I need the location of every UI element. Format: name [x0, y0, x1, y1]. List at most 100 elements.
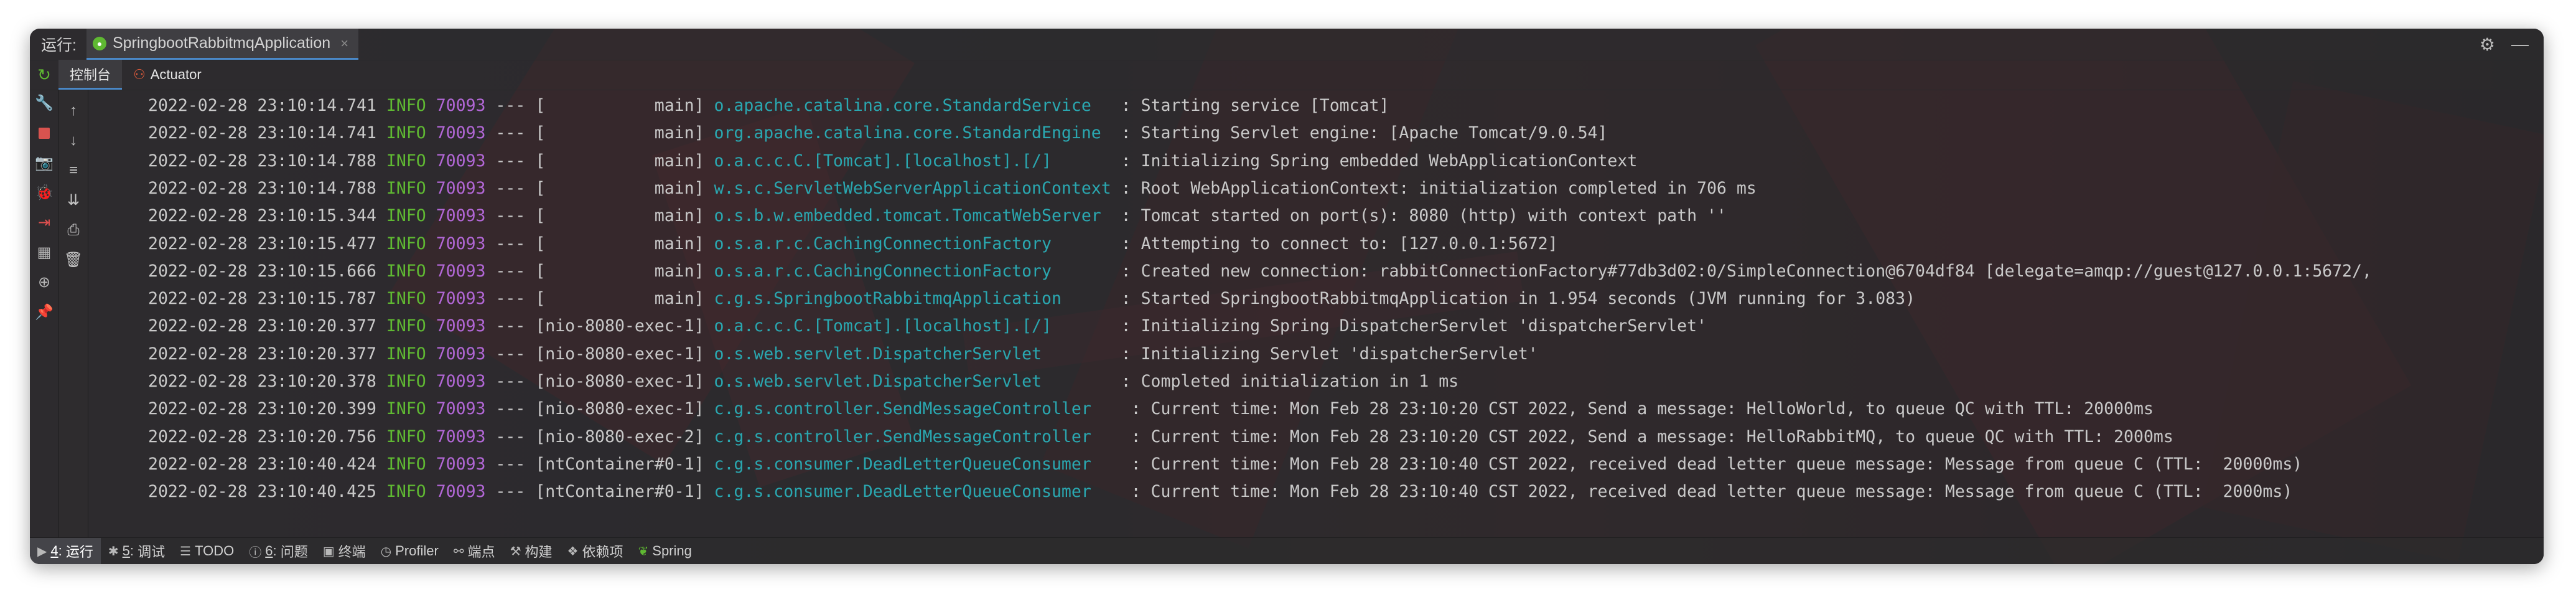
- log-logger: o.s.a.r.c.CachingConnectionFactory: [714, 233, 1111, 253]
- trash-icon[interactable]: 🗑: [64, 252, 83, 269]
- stop-icon[interactable]: [35, 125, 53, 142]
- camera-icon[interactable]: 📷: [35, 154, 54, 172]
- log-logger: o.s.web.servlet.DispatcherServlet: [714, 372, 1111, 391]
- log-separator: ---: [495, 233, 526, 253]
- log-line: 2022-02-28 23:10:15.787 INFO 70093 --- […: [148, 289, 1915, 308]
- log-line: 2022-02-28 23:10:14.741 INFO 70093 --- […: [148, 123, 1607, 143]
- scroll-to-end-icon[interactable]: ⇊: [65, 192, 82, 209]
- problems-icon: ⓘ: [249, 545, 262, 560]
- log-pid: 70093: [436, 344, 486, 364]
- log-line: 2022-02-28 23:10:40.425 INFO 70093 --- […: [148, 482, 2292, 501]
- globe-icon[interactable]: ⊕: [35, 274, 53, 291]
- console-output[interactable]: 2022-02-28 23:10:14.741 INFO 70093 --- […: [88, 90, 2544, 538]
- log-message: : Tomcat started on port(s): 8080 (http)…: [1121, 206, 1727, 226]
- log-level: INFO: [386, 261, 426, 281]
- log-message: : Root WebApplicationContext: initializa…: [1121, 178, 1757, 198]
- gear-icon[interactable]: ⚙: [2480, 34, 2495, 55]
- log-separator: ---: [495, 454, 526, 474]
- tab-close-icon[interactable]: ×: [340, 35, 348, 52]
- tool-endpoints-label: 端点: [467, 544, 495, 560]
- print-icon[interactable]: ⎙: [65, 222, 82, 239]
- dependencies-icon: ❖: [567, 544, 579, 559]
- log-line: 2022-02-28 23:10:20.377 INFO 70093 --- […: [148, 316, 1707, 336]
- log-timestamp: 2022-02-28 23:10:14.788: [148, 151, 376, 171]
- log-level: INFO: [386, 372, 426, 391]
- log-message: : Initializing Servlet 'dispatcherServle…: [1121, 344, 1538, 364]
- soft-wrap-icon[interactable]: ≡: [65, 162, 82, 179]
- log-thread: [nio-8080-exec-2]: [535, 427, 704, 446]
- log-level: INFO: [386, 233, 426, 253]
- arrow-up-icon[interactable]: ↑: [65, 102, 82, 120]
- log-pid: 70093: [436, 96, 486, 115]
- tool-spring[interactable]: ❦ Spring: [631, 538, 699, 564]
- log-message: : Started SpringbootRabbitmqApplication …: [1121, 289, 1916, 309]
- tool-terminal-label: 终端: [338, 544, 366, 560]
- profiler-icon: ◷: [380, 544, 392, 559]
- log-pid: 70093: [436, 316, 486, 336]
- log-level: INFO: [386, 151, 426, 171]
- tool-dependencies-label: 依赖项: [582, 544, 623, 560]
- minimize-icon[interactable]: —: [2511, 34, 2529, 54]
- log-message: : Initializing Spring DispatcherServlet …: [1121, 316, 1707, 336]
- log-separator: ---: [495, 372, 526, 391]
- tab-springboot-rabbitmq-application[interactable]: ● SpringbootRabbitmqApplication ×: [86, 29, 359, 60]
- log-thread: [nio-8080-exec-1]: [535, 399, 704, 419]
- tool-problems[interactable]: ⓘ 6: 问题: [241, 538, 315, 564]
- log-pid: 70093: [436, 289, 486, 309]
- log-logger: o.a.c.c.C.[Tomcat].[localhost].[/]: [714, 151, 1111, 171]
- tool-build[interactable]: ⚒ 构建: [503, 538, 560, 564]
- log-logger: c.g.s.controller.SendMessageController: [714, 399, 1121, 419]
- log-message: : Starting Servlet engine: [Apache Tomca…: [1121, 123, 1608, 143]
- log-thread: [nio-8080-exec-1]: [535, 372, 704, 391]
- tool-todo-label: TODO: [195, 543, 235, 559]
- tab-console[interactable]: 控制台: [58, 60, 123, 90]
- log-thread: [ main]: [535, 96, 704, 115]
- bug-icon: ✱: [108, 544, 119, 559]
- log-level: INFO: [386, 344, 426, 364]
- terminal-icon: ▣: [322, 544, 335, 559]
- log-separator: ---: [495, 261, 526, 281]
- run-title-bar: 运行: ● SpringbootRabbitmqApplication × ⚙ …: [30, 29, 2544, 60]
- tool-terminal[interactable]: ▣ 终端: [315, 538, 373, 564]
- log-pid: 70093: [436, 482, 486, 502]
- log-timestamp: 2022-02-28 23:10:14.788: [148, 178, 376, 198]
- tool-run[interactable]: ▶ 4: 运行: [30, 538, 101, 564]
- log-line: 2022-02-28 23:10:14.788 INFO 70093 --- […: [148, 151, 1637, 171]
- log-pid: 70093: [436, 206, 486, 226]
- log-separator: ---: [495, 178, 526, 198]
- log-logger: w.s.c.ServletWebServerApplicationContext: [714, 178, 1111, 198]
- log-timestamp: 2022-02-28 23:10:40.425: [148, 482, 376, 502]
- log-separator: ---: [495, 399, 526, 419]
- rerun-icon[interactable]: ↻: [30, 65, 58, 85]
- tool-todo[interactable]: ☰ TODO: [172, 538, 241, 564]
- tool-dependencies[interactable]: ❖ 依赖项: [560, 538, 631, 564]
- tool-problems-num: 6: [265, 543, 273, 559]
- console-actions-toolbar: ↑ ↓ ≡ ⇊ ⎙ 🗑: [59, 90, 88, 538]
- pin-icon[interactable]: 📌: [35, 304, 54, 321]
- log-timestamp: 2022-02-28 23:10:40.424: [148, 454, 376, 474]
- log-thread: [ main]: [535, 233, 704, 253]
- log-separator: ---: [495, 96, 526, 115]
- tool-debug-label: 调试: [138, 544, 166, 560]
- log-separator: ---: [495, 344, 526, 364]
- arrow-down-icon[interactable]: ↓: [65, 132, 82, 149]
- log-thread: [nio-8080-exec-1]: [535, 316, 704, 336]
- layout-icon[interactable]: ▦: [35, 244, 53, 262]
- log-message: : Current time: Mon Feb 28 23:10:40 CST …: [1131, 454, 2303, 474]
- tool-profiler[interactable]: ◷ Profiler: [373, 538, 446, 564]
- log-level: INFO: [386, 399, 426, 419]
- tab-actuator[interactable]: ⚇ Actuator: [122, 60, 213, 90]
- log-pid: 70093: [436, 454, 486, 474]
- log-timestamp: 2022-02-28 23:10:20.377: [148, 316, 376, 336]
- debug-icon[interactable]: 🐞: [35, 184, 54, 202]
- log-logger: o.s.a.r.c.CachingConnectionFactory: [714, 261, 1111, 281]
- wrench-icon[interactable]: 🔧: [35, 95, 54, 112]
- log-timestamp: 2022-02-28 23:10:15.477: [148, 233, 376, 253]
- log-separator: ---: [495, 427, 526, 446]
- tool-debug[interactable]: ✱ 5: 调试: [101, 538, 172, 564]
- log-pid: 70093: [436, 261, 486, 281]
- exit-icon[interactable]: ⇥: [35, 214, 53, 232]
- endpoints-icon: ⚯: [453, 544, 464, 559]
- log-logger: o.apache.catalina.core.StandardService: [714, 96, 1111, 115]
- tool-endpoints[interactable]: ⚯ 端点: [446, 538, 503, 564]
